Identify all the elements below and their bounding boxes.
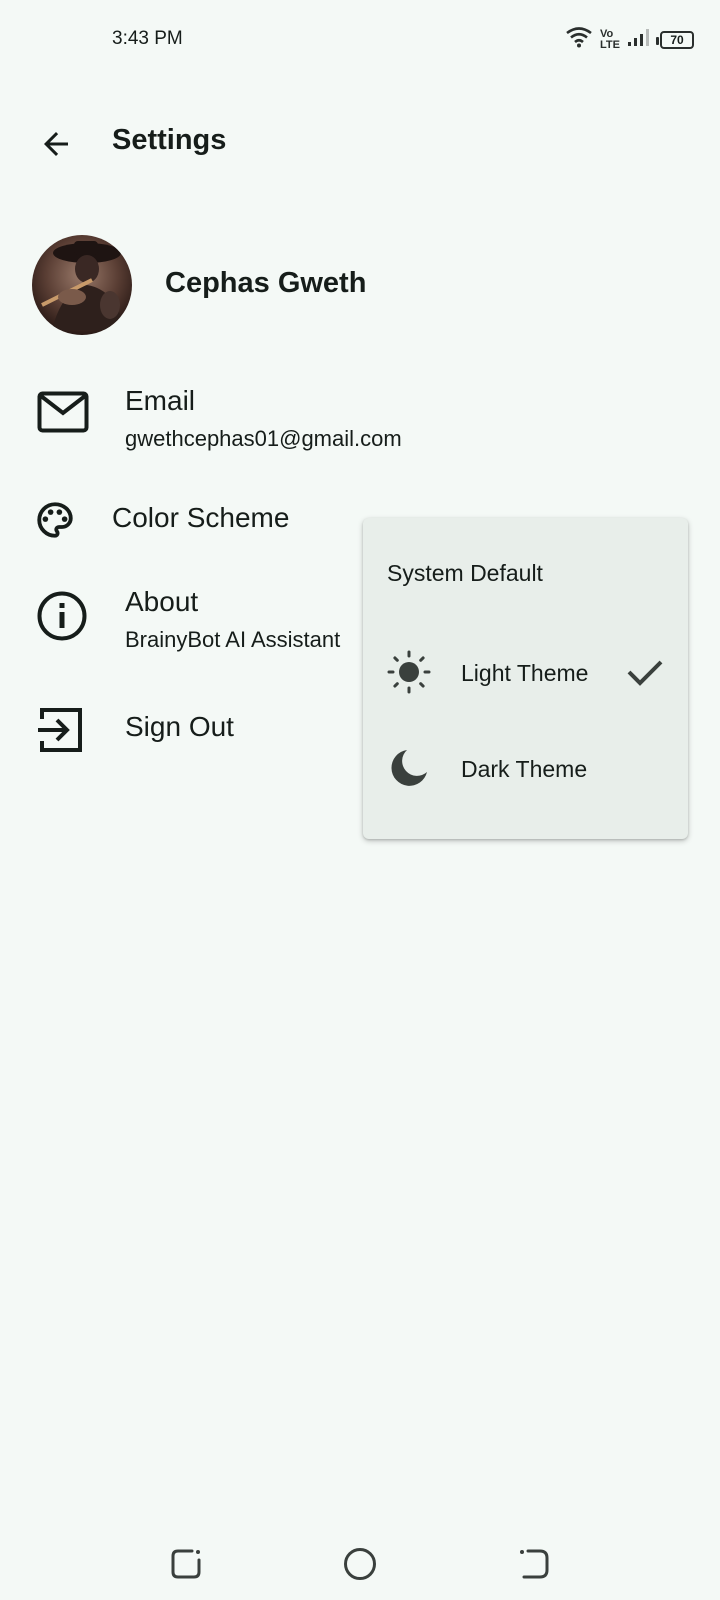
about-value: BrainyBot AI Assistant <box>125 627 341 652</box>
color-scheme-menu: System Default Light Theme Dark Theme <box>363 518 688 839</box>
menu-item-label: Dark Theme <box>461 756 588 782</box>
color-scheme-title: Color Scheme <box>112 502 290 533</box>
recents-button[interactable] <box>156 1534 216 1594</box>
logout-icon <box>36 705 86 755</box>
menu-item-label: System Default <box>387 560 543 586</box>
email-value: gwethcephas01@gmail.com <box>125 426 402 451</box>
moon-icon <box>387 746 431 790</box>
recents-icon <box>171 1549 201 1579</box>
top-app-bar: Settings <box>0 100 720 184</box>
menu-item-dark-theme[interactable]: Dark Theme <box>363 722 688 812</box>
home-button[interactable] <box>330 1534 390 1594</box>
sign-out-title: Sign Out <box>125 711 234 742</box>
sun-icon <box>387 650 431 694</box>
status-bar: 3:43 PM Vo LTE 70 <box>0 0 720 80</box>
profile-name: Cephas Gweth <box>165 267 367 299</box>
check-icon <box>625 652 665 692</box>
status-time: 3:43 PM <box>112 28 183 49</box>
profile-row[interactable]: Cephas Gweth <box>0 235 720 335</box>
avatar <box>32 235 132 335</box>
signal-icon <box>628 27 652 52</box>
page-title: Settings <box>112 124 227 156</box>
status-icons: Vo LTE 70 <box>566 26 694 53</box>
setting-email[interactable]: Email gwethcephas01@gmail.com <box>0 370 720 460</box>
back-nav-button[interactable] <box>504 1534 564 1594</box>
wifi-icon <box>566 26 592 53</box>
home-icon <box>344 1548 376 1580</box>
battery-icon: 70 <box>656 30 694 49</box>
system-nav-bar <box>0 1520 720 1600</box>
menu-item-light-theme[interactable]: Light Theme <box>363 626 688 716</box>
battery-level: 70 <box>670 32 684 47</box>
arrow-back-icon <box>44 132 68 156</box>
info-icon <box>36 590 88 642</box>
mail-icon <box>36 390 90 434</box>
menu-item-label: Light Theme <box>461 660 589 686</box>
email-title: Email <box>125 385 196 416</box>
menu-item-system-default[interactable]: System Default <box>363 528 688 618</box>
back-gesture-icon <box>520 1549 549 1579</box>
back-button[interactable] <box>28 116 84 172</box>
about-title: About <box>125 586 199 617</box>
volte-indicator: Vo LTE <box>600 27 620 51</box>
palette-icon <box>34 499 76 541</box>
